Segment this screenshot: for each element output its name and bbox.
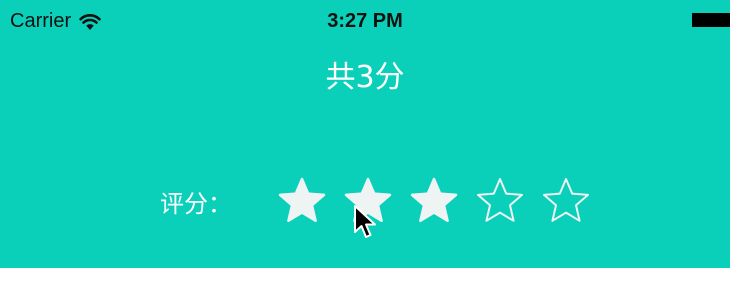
star-icon-empty[interactable] (540, 175, 592, 227)
star-icon-filled[interactable] (342, 175, 394, 227)
app-screen: Carrier 3:27 PM 共3分 评分： (0, 0, 730, 268)
status-bar: Carrier 3:27 PM (0, 0, 730, 42)
score-title: 共3分 (325, 60, 405, 95)
star-icon-empty[interactable] (474, 175, 526, 227)
rating-row: 评分： (160, 174, 592, 228)
battery-icon (692, 13, 730, 27)
star-rating[interactable] (276, 175, 592, 227)
star-icon-filled[interactable] (408, 175, 460, 227)
rating-label: 评分： (160, 189, 232, 218)
star-icon-filled[interactable] (276, 175, 328, 227)
status-time: 3:27 PM (327, 10, 403, 32)
